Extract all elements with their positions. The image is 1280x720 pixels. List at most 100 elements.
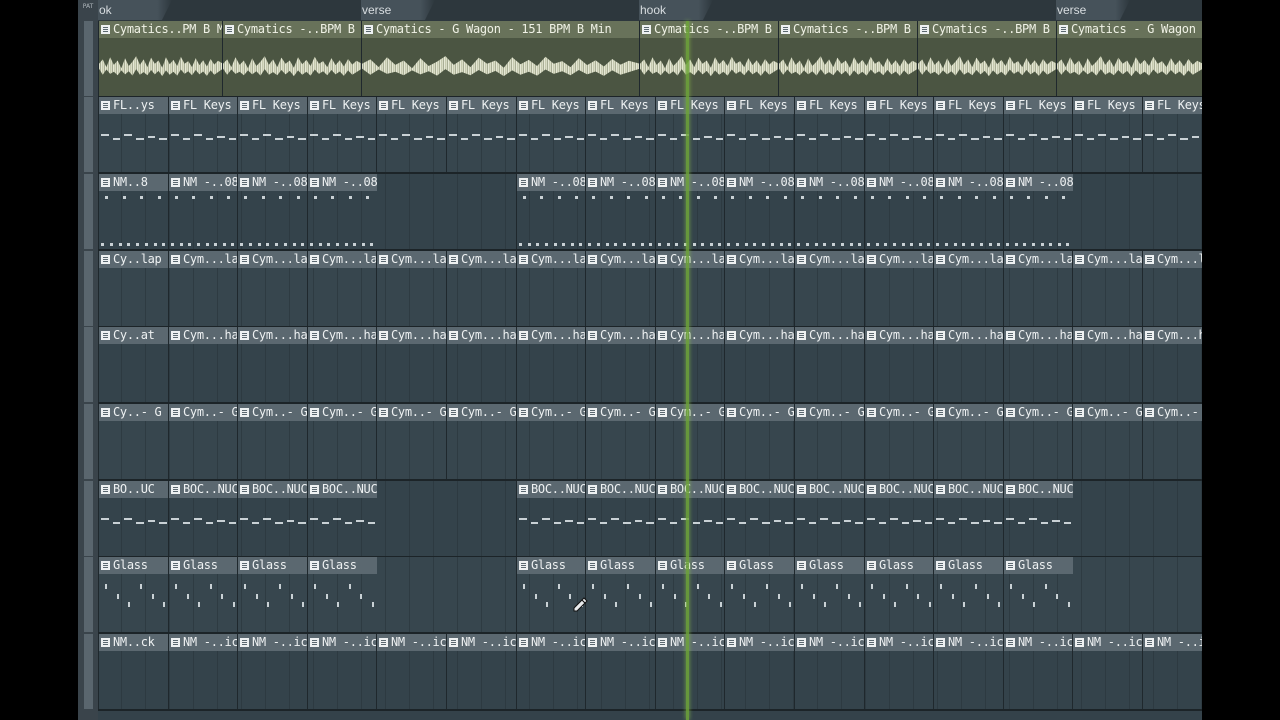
- clip-header[interactable]: Cym...lap: [934, 251, 1004, 268]
- clip-header[interactable]: Cym...hat: [308, 327, 377, 344]
- pattern-clip[interactable]: BOC..NUC: [585, 481, 656, 556]
- clip-header[interactable]: Cym...lap: [308, 251, 377, 268]
- clip-header[interactable]: NM -..ick: [934, 634, 1004, 651]
- pattern-clip[interactable]: BOC..NUC: [933, 481, 1004, 556]
- track-lane[interactable]: Cymatics..PM B Min Cymatics -..BPM B Min C…: [98, 21, 1202, 98]
- clip-header[interactable]: Cym..- G: [586, 404, 656, 421]
- clip-header[interactable]: Glass: [517, 557, 586, 574]
- pattern-clip[interactable]: Cym...lap: [1003, 251, 1073, 326]
- pattern-clip[interactable]: NM -..ick: [724, 634, 795, 709]
- pattern-clip[interactable]: Cym...hat: [1072, 327, 1143, 402]
- pattern-clip[interactable]: Cy..lap: [98, 251, 169, 326]
- pattern-clip[interactable]: Cym...hat: [446, 327, 517, 402]
- clip-header[interactable]: NM -..ick: [1073, 634, 1143, 651]
- clip-header[interactable]: BOC..NUC: [238, 481, 308, 498]
- pattern-clip[interactable]: BOC..NUC: [864, 481, 934, 556]
- clip-header[interactable]: NM -..08: [586, 174, 656, 191]
- clip-header[interactable]: BOC..NUC: [517, 481, 586, 498]
- pattern-clip[interactable]: Cym...hat: [655, 327, 725, 402]
- pattern-clip[interactable]: Cym...hat: [307, 327, 377, 402]
- pattern-clip[interactable]: FL Keys: [1072, 97, 1143, 172]
- clip-header[interactable]: Cymatics -..BPM B Min: [640, 21, 779, 38]
- pattern-clip[interactable]: FL Keys: [307, 97, 377, 172]
- clip-header[interactable]: BOC..NUC: [656, 481, 725, 498]
- pattern-clip[interactable]: Cym...hat: [376, 327, 447, 402]
- clip-header[interactable]: NM -..08: [169, 174, 238, 191]
- timeline-marker[interactable]: hook: [639, 0, 713, 20]
- pattern-clip[interactable]: Cym...hat: [585, 327, 656, 402]
- audio-clip[interactable]: Cymatics -..BPM B Min: [639, 21, 779, 96]
- pattern-clip[interactable]: BOC..NUC: [794, 481, 865, 556]
- pattern-clip[interactable]: Glass: [655, 557, 725, 632]
- clip-header[interactable]: FL Keys: [934, 97, 1004, 114]
- clip-header[interactable]: Cymatics -..BPM B Min: [918, 21, 1057, 38]
- pattern-clip[interactable]: NM -..ick: [933, 634, 1004, 709]
- clip-header[interactable]: Cym...hat: [586, 327, 656, 344]
- clip-header[interactable]: BOC..NUC: [586, 481, 656, 498]
- pattern-clip[interactable]: Cym..- G: [307, 404, 377, 479]
- clip-header[interactable]: Cym...lap: [169, 251, 238, 268]
- clip-header[interactable]: NM -..ick: [795, 634, 865, 651]
- audio-clip[interactable]: Cymatics -..BPM B Min: [917, 21, 1057, 96]
- clip-header[interactable]: Glass: [99, 557, 169, 574]
- track-handle[interactable]: [84, 404, 93, 479]
- pattern-clip[interactable]: NM -..ick: [1142, 634, 1202, 709]
- pattern-clip[interactable]: NM -..ick: [446, 634, 517, 709]
- clip-header[interactable]: Cym...hat: [238, 327, 308, 344]
- track-handle[interactable]: [84, 21, 93, 96]
- clip-header[interactable]: BO..UC: [99, 481, 169, 498]
- clip-header[interactable]: Cymatics - G Wagon - 151 BPM B Min: [362, 21, 640, 38]
- clip-header[interactable]: FL Keys: [865, 97, 934, 114]
- pattern-clip[interactable]: BOC..NUC: [655, 481, 725, 556]
- pattern-clip[interactable]: Glass: [864, 557, 934, 632]
- pattern-clip[interactable]: NM..8: [98, 174, 169, 249]
- clip-header[interactable]: Glass: [238, 557, 308, 574]
- clip-header[interactable]: Glass: [1004, 557, 1073, 574]
- pattern-clip[interactable]: NM -..ick: [1003, 634, 1073, 709]
- pattern-clip[interactable]: FL Keys: [585, 97, 656, 172]
- clip-header[interactable]: NM -..ick: [169, 634, 238, 651]
- timeline-marker[interactable]: verse: [361, 0, 435, 20]
- pattern-clip[interactable]: NM -..08: [168, 174, 238, 249]
- clip-header[interactable]: NM..8: [99, 174, 169, 191]
- pattern-clip[interactable]: Cym...lap: [376, 251, 447, 326]
- clip-header[interactable]: NM -..08: [308, 174, 377, 191]
- pattern-clip[interactable]: FL Keys: [794, 97, 865, 172]
- clip-header[interactable]: NM -..08: [517, 174, 586, 191]
- pattern-clip[interactable]: NM -..08: [655, 174, 725, 249]
- clip-header[interactable]: FL..ys: [99, 97, 169, 114]
- clip-header[interactable]: FL Keys: [169, 97, 238, 114]
- clip-header[interactable]: BOC..NUC: [865, 481, 934, 498]
- audio-clip[interactable]: Cymatics -..BPM B Min: [778, 21, 918, 96]
- clip-header[interactable]: BOC..NUC: [1004, 481, 1073, 498]
- pattern-clip[interactable]: NM -..08: [237, 174, 308, 249]
- track-lane[interactable]: Cy..- G Cym..- G Cym..- G Cym..- G Cym..- G C…: [98, 404, 1202, 481]
- pattern-clip[interactable]: Glass: [794, 557, 865, 632]
- pattern-clip[interactable]: NM -..08: [585, 174, 656, 249]
- clip-header[interactable]: Cym..- G: [517, 404, 586, 421]
- pattern-clip[interactable]: FL Keys: [446, 97, 517, 172]
- clip-header[interactable]: Cym...lap: [1004, 251, 1073, 268]
- pattern-clip[interactable]: FL Keys: [864, 97, 934, 172]
- pattern-clip[interactable]: BOC..NUC: [168, 481, 238, 556]
- clip-header[interactable]: Cymatics -..BPM B Min: [223, 21, 362, 38]
- pattern-clip[interactable]: Glass: [933, 557, 1004, 632]
- clip-header[interactable]: Cym..- G: [1073, 404, 1143, 421]
- track-lane[interactable]: NM..8 NM -..08 NM -..08 NM -..08 NM -..08 NM …: [98, 174, 1202, 251]
- clip-header[interactable]: Cym...hat: [1073, 327, 1143, 344]
- clip-header[interactable]: Cym..- G: [934, 404, 1004, 421]
- audio-clip[interactable]: Cymatics..PM B Min: [98, 21, 223, 96]
- clip-header[interactable]: Glass: [586, 557, 656, 574]
- clip-header[interactable]: NM -..ick: [238, 634, 308, 651]
- pattern-clip[interactable]: Cym..- G: [794, 404, 865, 479]
- pattern-clip[interactable]: Glass: [1003, 557, 1073, 632]
- pattern-clip[interactable]: Cym..- G: [168, 404, 238, 479]
- timeline-marker-bar[interactable]: ok verse hook verse: [98, 0, 1202, 21]
- clip-header[interactable]: Glass: [169, 557, 238, 574]
- audio-clip[interactable]: Cymatics -..BPM B Min: [222, 21, 362, 96]
- clip-header[interactable]: FL Keys: [308, 97, 377, 114]
- pattern-clip[interactable]: NM -..ick: [794, 634, 865, 709]
- track-lane[interactable]: Cy..at Cym...hat Cym...hat Cym...hat Cym...h…: [98, 327, 1202, 404]
- clip-header[interactable]: BOC..NUC: [169, 481, 238, 498]
- playlist-grid[interactable]: okversehookverse Cymatics..PM B MinCymat…: [98, 0, 1202, 720]
